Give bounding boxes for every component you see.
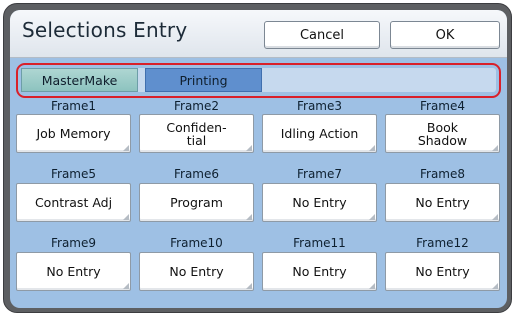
frame-button[interactable]: Contrast Adj — [16, 183, 131, 222]
frame-button[interactable]: Book Shadow — [385, 114, 500, 153]
frame-label: Frame4 — [419, 99, 466, 113]
frame-button[interactable]: Program — [139, 183, 254, 222]
corner-mark-icon — [492, 283, 498, 289]
frame-button[interactable]: No Entry — [16, 252, 131, 291]
page-title: Selections Entry — [22, 18, 188, 42]
frame-label: Frame12 — [416, 236, 469, 250]
frame-button[interactable]: No Entry — [262, 183, 377, 222]
frame-label: Frame8 — [419, 167, 466, 181]
frame-value: No Entry — [169, 264, 224, 279]
frame-value: Idling Action — [280, 126, 359, 141]
corner-mark-icon — [246, 214, 252, 220]
corner-mark-icon — [246, 283, 252, 289]
frame-label: Frame5 — [50, 167, 97, 181]
frame-label: Frame2 — [173, 99, 220, 113]
frame-label: Frame10 — [170, 236, 223, 250]
frame-button[interactable]: No Entry — [139, 252, 254, 291]
frame-button[interactable]: No Entry — [385, 183, 500, 222]
frame-label: Frame1 — [50, 99, 97, 113]
frame-button[interactable]: No Entry — [385, 252, 500, 291]
frame-button[interactable]: Idling Action — [262, 114, 377, 153]
corner-mark-icon — [492, 214, 498, 220]
frame-value: Program — [170, 195, 223, 210]
tab-highlight-frame — [16, 63, 501, 98]
frame-label: Frame9 — [50, 236, 97, 250]
device-bezel: Selections Entry Cancel OK MasterMake Pr… — [3, 3, 512, 313]
frame-label: Frame11 — [293, 236, 346, 250]
title-bar: Selections Entry Cancel OK — [10, 10, 507, 58]
frame-value: No Entry — [292, 195, 347, 210]
corner-mark-icon — [369, 145, 375, 151]
frame-value: No Entry — [415, 264, 470, 279]
frame-grid: Frame1 Frame2 Frame3 Frame4 Job Memory C… — [16, 98, 501, 304]
frame-label: Frame6 — [173, 167, 220, 181]
frame-button[interactable]: No Entry — [262, 252, 377, 291]
frame-button[interactable]: Job Memory — [16, 114, 131, 153]
frame-button[interactable]: Confiden- tial — [139, 114, 254, 153]
screen: Selections Entry Cancel OK MasterMake Pr… — [10, 10, 507, 308]
frame-value: No Entry — [415, 195, 470, 210]
corner-mark-icon — [246, 145, 252, 151]
corner-mark-icon — [369, 283, 375, 289]
corner-mark-icon — [369, 214, 375, 220]
frame-value: Contrast Adj — [34, 195, 113, 210]
frame-label: Frame3 — [296, 99, 343, 113]
frame-value: No Entry — [292, 264, 347, 279]
corner-mark-icon — [123, 214, 129, 220]
frame-label: Frame7 — [296, 167, 343, 181]
frame-value: Confiden- tial — [166, 119, 227, 148]
corner-mark-icon — [123, 145, 129, 151]
corner-mark-icon — [492, 145, 498, 151]
cancel-button[interactable]: Cancel — [264, 21, 380, 49]
frame-value: No Entry — [46, 264, 101, 279]
ok-button[interactable]: OK — [390, 21, 500, 49]
frame-value: Job Memory — [36, 126, 111, 141]
frame-value: Book Shadow — [417, 119, 468, 148]
corner-mark-icon — [123, 283, 129, 289]
